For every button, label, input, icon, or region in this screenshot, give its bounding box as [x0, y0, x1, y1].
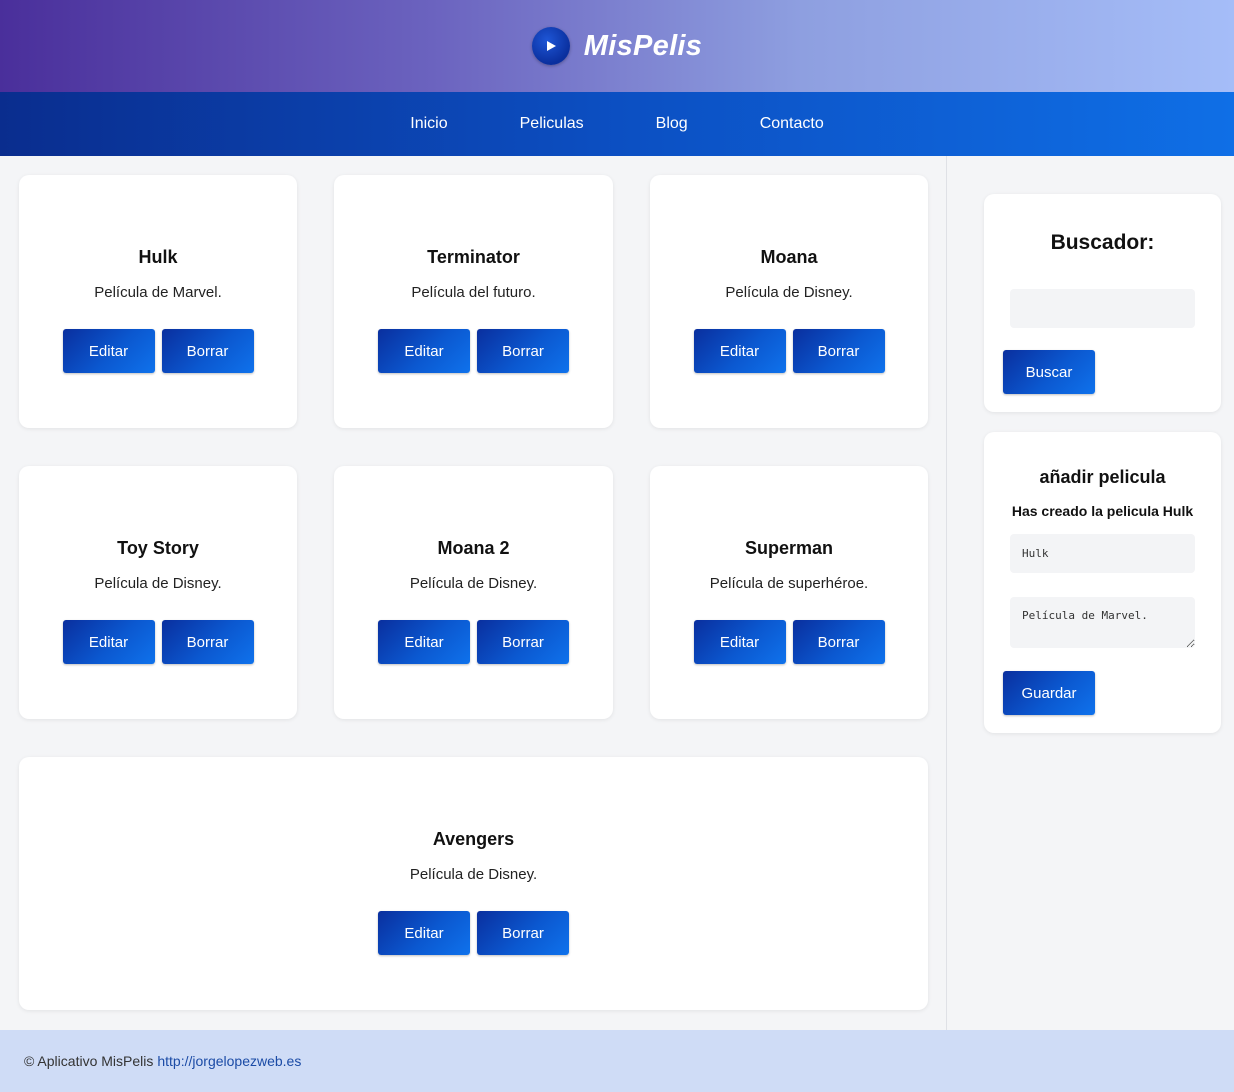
movie-card: Moana Película de Disney. Editar Borrar	[650, 175, 928, 428]
edit-button[interactable]: Editar	[378, 620, 470, 664]
save-button[interactable]: Guardar	[1003, 671, 1095, 715]
movie-title: Hulk	[138, 247, 178, 267]
edit-button[interactable]: Editar	[378, 329, 470, 373]
movie-title: Moana 2	[437, 538, 510, 558]
movie-description: Película de Disney.	[725, 284, 853, 301]
footer-text: © Aplicativo MisPelis	[24, 1053, 154, 1069]
delete-button[interactable]: Borrar	[477, 329, 569, 373]
add-movie-title: añadir pelicula	[1039, 467, 1166, 487]
delete-button[interactable]: Borrar	[792, 329, 885, 373]
movie-description: Película de Marvel.	[94, 284, 222, 301]
movie-description: Película de Disney.	[409, 866, 538, 883]
edit-button[interactable]: Editar	[693, 620, 786, 664]
delete-button[interactable]: Borrar	[161, 329, 254, 373]
movie-card: Moana 2 Película de Disney. Editar Borra…	[334, 466, 613, 719]
search-button[interactable]: Buscar	[1003, 350, 1095, 394]
play-circle-icon	[531, 27, 570, 65]
movie-card: Superman Película de superhéroe. Editar …	[650, 466, 928, 719]
edit-button[interactable]: Editar	[62, 329, 155, 373]
site-header: MisPelis	[0, 0, 1234, 92]
footer-link[interactable]: http://jorgelopezweb.es	[157, 1053, 301, 1069]
brand-title: MisPelis	[583, 29, 703, 62]
nav-item-contacto[interactable]: Contacto	[760, 115, 824, 133]
movie-description: Película del futuro.	[411, 284, 536, 301]
edit-button[interactable]: Editar	[693, 329, 786, 373]
nav-item-peliculas[interactable]: Peliculas	[520, 115, 584, 133]
edit-button[interactable]: Editar	[378, 911, 470, 955]
nav-item-blog[interactable]: Blog	[656, 115, 688, 133]
movie-description: Película de Disney.	[94, 575, 222, 592]
delete-button[interactable]: Borrar	[477, 620, 569, 664]
movie-description-field[interactable]: Película de Marvel.	[1010, 597, 1195, 648]
movie-card: Toy Story Película de Disney. Editar Bor…	[19, 466, 297, 719]
movie-title: Terminator	[427, 247, 520, 267]
movie-title: Toy Story	[117, 538, 199, 558]
delete-button[interactable]: Borrar	[477, 911, 569, 955]
movie-description: Película de Disney.	[409, 575, 538, 592]
search-input[interactable]	[1010, 289, 1195, 328]
edit-button[interactable]: Editar	[62, 620, 155, 664]
search-title: Buscador:	[1050, 231, 1155, 254]
movie-title: Moana	[760, 247, 818, 267]
delete-button[interactable]: Borrar	[161, 620, 254, 664]
logo[interactable]: MisPelis	[531, 27, 703, 65]
search-panel: Buscador: Buscar	[984, 194, 1221, 412]
add-movie-panel: añadir pelicula Has creado la pelicula H…	[984, 432, 1221, 733]
nav-item-inicio[interactable]: Inicio	[410, 115, 447, 133]
content-divider	[946, 156, 947, 1030]
status-message: Has creado la pelicula Hulk	[1011, 503, 1194, 519]
movie-card: Hulk Película de Marvel. Editar Borrar	[19, 175, 297, 428]
movie-title: Superman	[744, 538, 834, 558]
movie-title-field[interactable]	[1010, 534, 1195, 573]
delete-button[interactable]: Borrar	[792, 620, 885, 664]
movie-card: Terminator Película del futuro. Editar B…	[334, 175, 613, 428]
movie-title: Avengers	[432, 829, 515, 849]
movie-card: Avengers Película de Disney. Editar Borr…	[19, 757, 928, 1010]
main-nav: Inicio Peliculas Blog Contacto	[0, 92, 1234, 156]
site-footer: © Aplicativo MisPelis http://jorgelopezw…	[0, 1030, 1234, 1092]
movie-description: Película de superhéroe.	[709, 575, 869, 592]
